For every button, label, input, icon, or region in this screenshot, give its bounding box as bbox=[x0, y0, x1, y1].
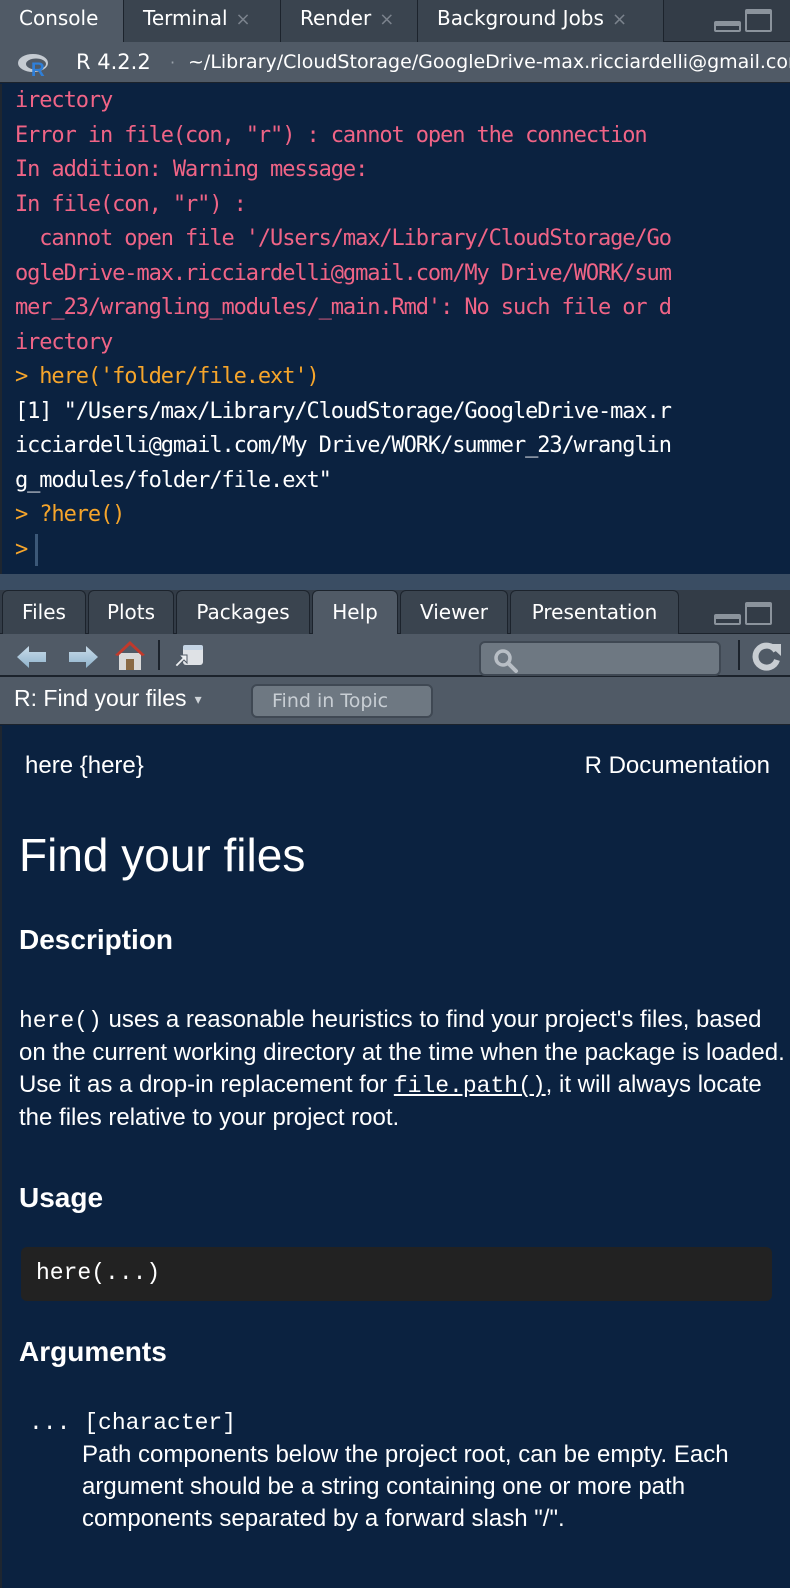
topic-dropdown[interactable]: R: Find your files ▾ bbox=[14, 685, 202, 712]
console-line: [1] "/Users/max/Library/CloudStorage/Goo… bbox=[15, 398, 672, 424]
chevron-down-icon: ▾ bbox=[194, 691, 202, 708]
console-line: g_modules/folder/file.ext" bbox=[15, 467, 332, 493]
tab-label: Plots bbox=[106, 600, 156, 624]
tab-render[interactable]: Render × bbox=[281, 0, 418, 42]
pane-window-controls bbox=[714, 602, 772, 625]
doc-title: Find your files bbox=[19, 829, 306, 881]
separator: · bbox=[170, 53, 176, 72]
tab-help[interactable]: Help bbox=[312, 590, 398, 635]
refresh-icon[interactable] bbox=[752, 641, 782, 671]
maximize-icon[interactable] bbox=[745, 9, 772, 32]
working-directory-link[interactable]: ~/Library/CloudStorage/GoogleDrive-max.r… bbox=[188, 42, 790, 82]
console-pane-tabbar: Console Terminal × Render × Background Job… bbox=[0, 0, 790, 43]
tab-label: Viewer bbox=[420, 600, 488, 624]
console-line: icciardelli@gmail.com/My Drive/WORK/summ… bbox=[15, 433, 672, 458]
console-output[interactable]: irectory Error in file(con, "r") : canno… bbox=[0, 84, 790, 574]
popout-icon[interactable] bbox=[173, 643, 205, 669]
pane-splitter[interactable] bbox=[0, 574, 790, 590]
tab-label: Terminal bbox=[143, 6, 228, 30]
help-pane-tabbar: Files Plots Packages Help Viewer Present… bbox=[0, 590, 790, 635]
svg-text:R: R bbox=[31, 60, 45, 76]
text-cursor bbox=[35, 533, 39, 566]
tab-packages[interactable]: Packages bbox=[176, 590, 310, 634]
description-heading: Description bbox=[19, 924, 174, 955]
search-icon bbox=[494, 649, 518, 673]
help-search-input[interactable] bbox=[479, 641, 721, 676]
tab-label: Render bbox=[300, 6, 372, 30]
toolbar-divider bbox=[738, 640, 740, 670]
help-toolbar bbox=[0, 634, 790, 677]
close-icon[interactable]: × bbox=[379, 9, 394, 30]
doc-source-label: R Documentation bbox=[584, 752, 770, 779]
tab-presentation[interactable]: Presentation bbox=[510, 590, 679, 634]
topic-title: R: Find your files bbox=[14, 685, 187, 711]
doc-package-label: here {here} bbox=[25, 752, 144, 779]
help-topic-bar: R: Find your files ▾ Find in Topic bbox=[0, 677, 790, 725]
tab-label: Console bbox=[19, 6, 99, 30]
tab-label: Packages bbox=[196, 600, 290, 624]
tab-terminal[interactable]: Terminal × bbox=[124, 0, 281, 42]
tab-background-jobs[interactable]: Background Jobs × bbox=[418, 0, 664, 42]
usage-heading: Usage bbox=[19, 1182, 104, 1213]
console-line: irectory bbox=[15, 329, 113, 355]
home-icon[interactable] bbox=[113, 639, 147, 671]
toolbar-divider bbox=[158, 640, 160, 670]
console-info-bar: R R 4.2.2 · ~/Library/CloudStorage/Googl… bbox=[0, 42, 790, 83]
close-icon[interactable]: × bbox=[236, 9, 251, 30]
find-in-topic-input[interactable]: Find in Topic bbox=[251, 684, 433, 718]
console-line: mer_23/wrangling_modules/_main.Rmd': No … bbox=[15, 295, 672, 320]
tab-label: Help bbox=[332, 600, 378, 624]
console-line: > ?here() bbox=[15, 502, 125, 527]
prompt: > bbox=[15, 536, 28, 562]
usage-code: here(...) bbox=[36, 1260, 161, 1286]
usage-code-block: here(...) bbox=[21, 1247, 772, 1301]
file-path-link[interactable]: file.path() bbox=[394, 1073, 546, 1099]
console-line: In addition: Warning message: bbox=[15, 157, 368, 182]
tab-console[interactable]: Console bbox=[0, 0, 124, 43]
tab-files[interactable]: Files bbox=[2, 590, 86, 634]
arrow-right-icon[interactable] bbox=[68, 646, 98, 668]
console-line: > here('folder/file.ext') bbox=[15, 364, 320, 389]
console-line: irectory bbox=[15, 88, 113, 113]
pane-window-controls bbox=[714, 9, 772, 32]
console-line: cannot open file '/Users/max/Library/Clo… bbox=[15, 226, 672, 251]
tab-label: Presentation bbox=[531, 600, 658, 624]
console-line: In file(con, "r") : bbox=[15, 191, 247, 217]
arrow-left-icon[interactable] bbox=[17, 646, 47, 668]
help-document: here {here} R Documentation Find your fi… bbox=[0, 726, 790, 1588]
tab-viewer[interactable]: Viewer bbox=[400, 590, 508, 634]
close-icon[interactable]: × bbox=[612, 9, 627, 30]
minimize-icon[interactable] bbox=[714, 21, 741, 32]
inline-code: here() bbox=[19, 1008, 102, 1034]
console-input-line[interactable]: > bbox=[2, 533, 790, 568]
argument-description: Path components below the project root, … bbox=[82, 1441, 729, 1532]
tab-label: Files bbox=[22, 600, 66, 624]
r-version: R 4.2.2 bbox=[76, 50, 151, 74]
maximize-icon[interactable] bbox=[745, 602, 772, 625]
console-line: Error in file(con, "r") : cannot open th… bbox=[15, 122, 648, 148]
console-line: ogleDrive-max.ricciardelli@gmail.com/My … bbox=[15, 260, 672, 286]
tab-plots[interactable]: Plots bbox=[88, 590, 174, 634]
r-logo-icon: R bbox=[18, 54, 48, 76]
minimize-icon[interactable] bbox=[714, 614, 741, 625]
description-text: here() uses a reasonable heuristics to f… bbox=[19, 1004, 789, 1134]
argument-name: ... [character] bbox=[29, 1410, 237, 1436]
tab-label: Background Jobs bbox=[437, 6, 604, 30]
arguments-heading: Arguments bbox=[19, 1336, 167, 1367]
find-in-topic-placeholder: Find in Topic bbox=[272, 690, 389, 712]
